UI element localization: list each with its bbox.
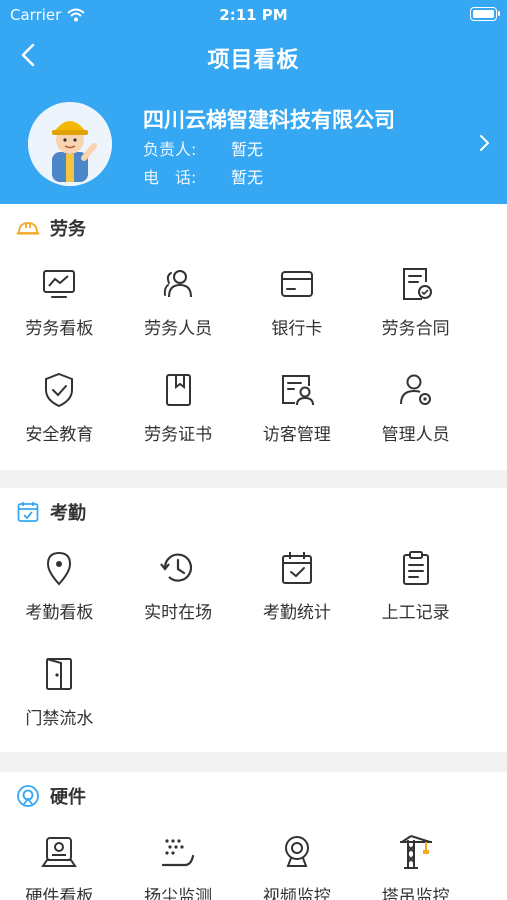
company-card[interactable]: 四川云梯智建科技有限公司 负责人: 暂无 电 话: 暂无 [0,100,507,190]
item-label: 上工记录 [381,603,450,623]
item-work-records[interactable]: 上工记录 [356,536,475,642]
header: Carrier 2:11 PM 项目看板 四川云梯智建科技有限公司 负责人: 暂… [0,0,507,204]
clipboard-icon [402,551,429,585]
section-header: 考勤 [0,488,507,536]
item-managers[interactable]: 管理人员 [356,358,475,464]
item-tower-crane[interactable]: 塔吊监控 [356,820,475,900]
door-icon [46,658,73,690]
shield-check-icon [45,372,74,408]
item-label: 考勤统计 [262,603,331,623]
manager-value: 暂无 [231,140,264,159]
calendar-check-icon [281,552,312,584]
item-label: 视频监控 [262,887,331,900]
page-title: 项目看板 [207,48,300,73]
section-header: 劳务 [0,204,507,252]
section-title: 劳务 [50,219,86,240]
manager-label: 负责人: [143,140,197,159]
item-labor-contract[interactable]: 劳务合同 [356,252,475,358]
item-label: 安全教育 [25,425,94,445]
item-safety-education[interactable]: 安全教育 [0,358,119,464]
item-label: 实时在场 [144,603,213,623]
manager-row: 负责人: 暂无 [143,136,263,160]
item-labor-board[interactable]: 劳务看板 [0,252,119,358]
device-icon [41,837,78,867]
section-hardware: 硬件 硬件看板 扬尘监测 视频监控 塔吊监控 [0,772,507,900]
section-labor: 劳务 劳务看板 劳务人员 银行卡 劳务合同 安全教育 劳务证书 访客管理 管理人… [0,204,507,470]
calendar-icon [17,502,39,522]
visitor-icon [281,375,314,406]
item-label: 劳务看板 [25,319,94,339]
item-attendance-board[interactable]: 考勤看板 [0,536,119,642]
tower-crane-icon [399,835,432,869]
location-pin-icon [47,551,72,586]
item-label: 劳务证书 [144,425,213,445]
item-attendance-stats[interactable]: 考勤统计 [238,536,357,642]
section-title: 硬件 [50,787,86,808]
item-label: 门禁流水 [25,709,94,729]
item-hardware-board[interactable]: 硬件看板 [0,820,119,900]
item-bank-card[interactable]: 银行卡 [238,252,357,358]
section-attendance: 考勤 考勤看板 实时在场 考勤统计 上工记录 门禁流水 [0,488,507,752]
item-labor-certificate[interactable]: 劳务证书 [119,358,238,464]
section-title: 考勤 [50,503,86,524]
chevron-right-icon[interactable] [475,132,493,154]
avatar [28,102,112,186]
section-header: 硬件 [0,772,507,820]
dust-icon [162,839,195,867]
status-bar: Carrier 2:11 PM [0,4,507,26]
battery-icon [470,7,500,21]
item-label: 管理人员 [381,425,450,445]
item-label: 银行卡 [271,319,323,339]
item-label: 劳务合同 [381,319,450,339]
monitor-chart-icon [43,270,76,298]
phone-value: 暂无 [231,168,264,187]
nav-bar: 项目看板 [0,30,507,80]
people-icon [163,270,193,298]
item-label: 塔吊监控 [381,887,450,900]
item-access-log[interactable]: 门禁流水 [0,642,119,748]
item-labor-staff[interactable]: 劳务人员 [119,252,238,358]
item-realtime-onsite[interactable]: 实时在场 [119,536,238,642]
worker-avatar-icon [28,102,112,186]
item-video-surveillance[interactable]: 视频监控 [238,820,357,900]
item-visitor-management[interactable]: 访客管理 [238,358,357,464]
helmet-icon [16,222,40,235]
item-label: 考勤看板 [25,603,94,623]
company-name: 四川云梯智建科技有限公司 [143,108,395,132]
item-label: 访客管理 [262,425,331,445]
history-clock-icon [160,553,193,582]
phone-row: 电 话: 暂无 [143,164,263,188]
certificate-book-icon [166,374,192,406]
camera-icon [284,836,309,867]
phone-label: 电 话: [143,168,197,187]
item-label: 劳务人员 [144,319,213,339]
status-time: 2:11 PM [219,6,288,24]
item-label: 扬尘监测 [144,887,213,900]
user-gear-icon [399,374,431,405]
hardware-signal-icon [17,785,39,807]
item-label: 硬件看板 [25,887,94,900]
item-dust-monitoring[interactable]: 扬尘监测 [119,820,238,900]
contract-icon [402,268,432,300]
bank-card-icon [280,271,313,297]
